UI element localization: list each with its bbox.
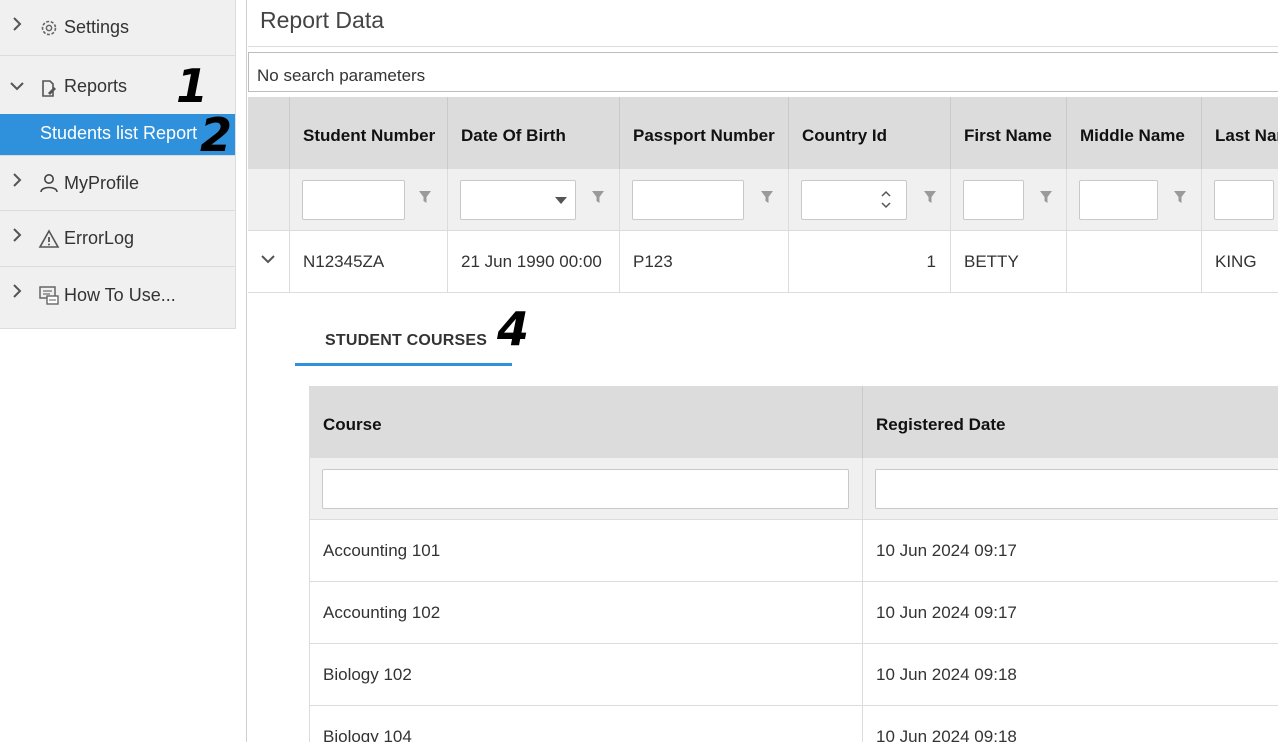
subgrid-filter-cell-registered-date bbox=[862, 458, 1278, 520]
filter-icon[interactable] bbox=[1173, 189, 1187, 205]
sidebar-item-label: Reports bbox=[64, 76, 128, 96]
row-expand-cell[interactable] bbox=[248, 231, 289, 293]
grid-header-date-of-birth[interactable]: Date Of Birth bbox=[447, 97, 619, 169]
subgrid-header-registered-date[interactable]: Registered Date bbox=[862, 386, 1278, 458]
sidebar-subitem-label: Students list Report bbox=[40, 123, 198, 143]
sidebar: Settings Reports Students list Report My… bbox=[0, 0, 236, 329]
cell-course: Accounting 102 bbox=[323, 603, 441, 622]
filter-cell-date-of-birth bbox=[447, 169, 619, 231]
filter-icon[interactable] bbox=[418, 189, 432, 205]
gear-icon bbox=[38, 17, 60, 39]
filter-cell-passport-number bbox=[619, 169, 788, 231]
grid-header-passport-number[interactable]: Passport Number bbox=[619, 97, 788, 169]
cell-date-of-birth: 21 Jun 1990 00:00 bbox=[447, 231, 619, 293]
filter-icon[interactable] bbox=[591, 189, 605, 205]
filter-input-first-name[interactable] bbox=[963, 180, 1024, 220]
subgrid-header-course[interactable]: Course bbox=[310, 386, 862, 458]
page-title: Report Data bbox=[260, 7, 385, 33]
cell-registered-date: 10 Jun 2024 09:17 bbox=[862, 520, 1278, 582]
sidebar-item-label: How To Use... bbox=[64, 284, 176, 305]
table-row[interactable]: Accounting 102 10 Jun 2024 09:17 bbox=[310, 582, 1278, 644]
cell-last-name: KING bbox=[1201, 231, 1278, 293]
filter-cell-middle-name bbox=[1066, 169, 1201, 231]
help-screen-icon bbox=[38, 284, 60, 306]
chevron-right-icon bbox=[13, 17, 22, 31]
filter-input-registered-date[interactable] bbox=[875, 469, 1278, 509]
search-parameters-bar[interactable]: No search parameters bbox=[248, 52, 1278, 92]
grid-header-row: Student Number Date Of Birth Passport Nu… bbox=[248, 97, 1278, 169]
sidebar-item-label: Settings bbox=[64, 17, 130, 37]
grid-filter-row bbox=[248, 169, 1278, 231]
cell-course: Biology 102 bbox=[323, 665, 412, 684]
filter-cell-country-id bbox=[788, 169, 950, 231]
warning-icon bbox=[38, 228, 60, 250]
report-icon bbox=[38, 78, 60, 100]
sidebar-item-errorlog[interactable]: ErrorLog bbox=[0, 211, 235, 267]
sidebar-divider bbox=[246, 0, 247, 742]
sidebar-item-myprofile[interactable]: MyProfile bbox=[0, 155, 235, 211]
tab-label: STUDENT COURSES bbox=[325, 332, 488, 349]
title-divider bbox=[248, 46, 1278, 47]
table-row[interactable]: N12345ZA 21 Jun 1990 00:00 P123 1 BETTY … bbox=[248, 231, 1278, 293]
filter-cell-last-name bbox=[1201, 169, 1278, 231]
filter-select-date-of-birth[interactable] bbox=[460, 180, 576, 220]
sidebar-item-settings[interactable]: Settings bbox=[0, 0, 235, 56]
sidebar-item-label: MyProfile bbox=[64, 172, 140, 193]
cell-country-id: 1 bbox=[788, 231, 950, 293]
filter-number-country-id[interactable] bbox=[801, 180, 907, 220]
table-row[interactable]: Biology 104 10 Jun 2024 09:18 bbox=[310, 706, 1278, 742]
filter-input-student-number[interactable] bbox=[302, 180, 405, 220]
grid-header-middle-name[interactable]: Middle Name bbox=[1066, 97, 1201, 169]
cell-course: Accounting 101 bbox=[323, 541, 441, 560]
filter-cell-first-name bbox=[950, 169, 1066, 231]
filter-icon[interactable] bbox=[1039, 189, 1053, 205]
cell-registered-date: 10 Jun 2024 09:18 bbox=[862, 706, 1278, 742]
subgrid-filter-cell-course bbox=[310, 458, 862, 520]
filter-cell-student-number bbox=[289, 169, 447, 231]
chevron-down-icon bbox=[10, 82, 24, 91]
tab-student-courses[interactable]: STUDENT COURSES bbox=[295, 318, 512, 366]
chevron-down-icon[interactable] bbox=[260, 253, 276, 265]
filter-input-course[interactable] bbox=[322, 469, 849, 509]
filter-cell-expand bbox=[248, 169, 289, 231]
filter-input-last-name[interactable] bbox=[1214, 180, 1274, 220]
cell-passport-number: P123 bbox=[619, 231, 788, 293]
cell-registered-date: 10 Jun 2024 09:18 bbox=[862, 644, 1278, 706]
cell-first-name: BETTY bbox=[950, 231, 1066, 293]
subgrid-filter-row bbox=[310, 458, 1278, 520]
filter-input-middle-name[interactable] bbox=[1079, 180, 1158, 220]
cell-middle-name bbox=[1066, 231, 1201, 293]
filter-input-passport-number[interactable] bbox=[632, 180, 744, 220]
student-courses-grid: Course Registered Date Accounting 101 10… bbox=[309, 386, 1278, 742]
table-row[interactable]: Biology 102 10 Jun 2024 09:18 bbox=[310, 644, 1278, 706]
filter-icon[interactable] bbox=[923, 189, 937, 205]
annotation-2: 2 bbox=[200, 108, 233, 162]
cell-student-number: N12345ZA bbox=[289, 231, 447, 293]
grid-header-student-number[interactable]: Student Number bbox=[289, 97, 447, 169]
tab-active-indicator bbox=[295, 363, 512, 366]
chevron-right-icon bbox=[13, 284, 22, 298]
grid-header-expand bbox=[248, 97, 289, 169]
grid-header-country-id[interactable]: Country Id bbox=[788, 97, 950, 169]
chevron-right-icon bbox=[13, 228, 22, 242]
chevron-right-icon bbox=[13, 173, 22, 187]
cell-course: Biology 104 bbox=[323, 727, 412, 742]
sidebar-item-label: ErrorLog bbox=[64, 228, 135, 248]
table-row[interactable]: Accounting 101 10 Jun 2024 09:17 bbox=[310, 520, 1278, 582]
cell-registered-date: 10 Jun 2024 09:17 bbox=[862, 582, 1278, 644]
sidebar-item-how-to-use[interactable]: How To Use... bbox=[0, 267, 235, 323]
grid-header-last-name[interactable]: Last Nar bbox=[1201, 97, 1278, 169]
spinner-icon[interactable] bbox=[880, 188, 892, 212]
subgrid-header-row: Course Registered Date bbox=[310, 386, 1278, 458]
grid-header-first-name[interactable]: First Name bbox=[950, 97, 1066, 169]
caret-down-icon bbox=[555, 197, 567, 204]
user-icon bbox=[38, 172, 60, 194]
annotation-1: 1 bbox=[176, 59, 209, 113]
filter-icon[interactable] bbox=[760, 189, 774, 205]
